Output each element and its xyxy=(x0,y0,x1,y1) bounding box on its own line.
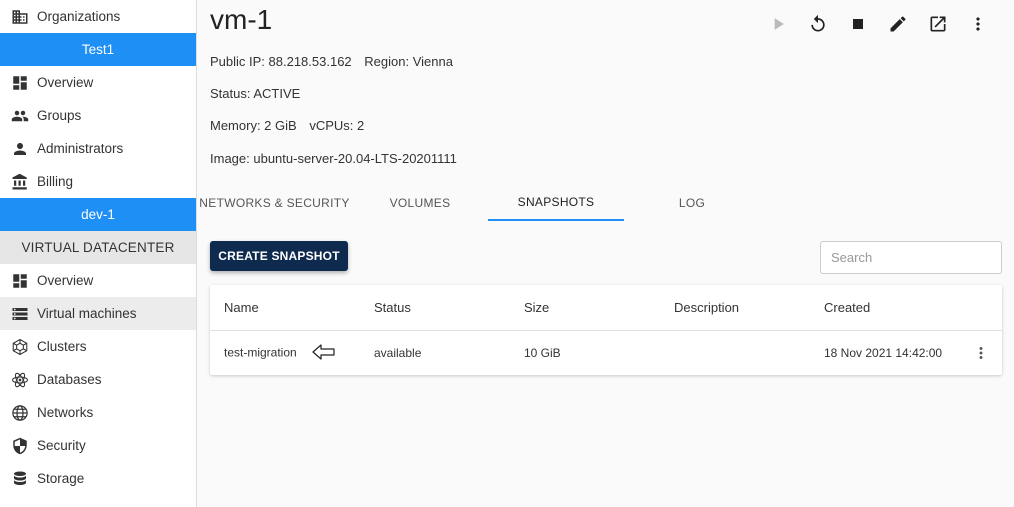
cell-status: available xyxy=(374,346,422,360)
create-snapshot-button[interactable]: CREATE SNAPSHOT xyxy=(210,241,348,271)
vcpus: vCPUs: 2 xyxy=(309,118,365,133)
vm-info-line-1: Public IP: 88.218.53.162 Region: Vienna xyxy=(210,54,453,69)
tab-log[interactable]: LOG xyxy=(624,184,760,221)
header-created[interactable]: Created xyxy=(810,300,960,315)
tab-bar: NETWORKS & SECURITY VOLUMES SNAPSHOTS LO… xyxy=(197,184,760,221)
sidebar-item-label: Organizations xyxy=(37,9,121,24)
more-button[interactable] xyxy=(958,12,998,36)
groups-icon xyxy=(10,106,30,126)
sidebar-item-label: Security xyxy=(37,438,86,453)
sidebar-item-security[interactable]: Security xyxy=(0,429,196,462)
tab-networks-security[interactable]: NETWORKS & SECURITY xyxy=(197,184,352,221)
page-title: vm-1 xyxy=(210,4,273,35)
play-icon xyxy=(774,18,784,30)
sidebar-item-storage[interactable]: Storage xyxy=(0,462,196,495)
public-ip: Public IP: 88.218.53.162 xyxy=(210,54,352,69)
sidebar-item-label: Virtual machines xyxy=(37,306,137,321)
sidebar-item-networks[interactable]: Networks xyxy=(0,396,196,429)
header-description[interactable]: Description xyxy=(660,300,810,315)
stop-button[interactable] xyxy=(838,12,878,36)
sidebar: Organizations Test1 Overview Groups Admi… xyxy=(0,0,197,507)
person-icon xyxy=(10,139,30,159)
vdc-name[interactable]: dev-1 xyxy=(0,198,196,231)
sidebar-item-databases[interactable]: Databases xyxy=(0,363,196,396)
snapshot-name: test-migration xyxy=(224,345,297,360)
snapshots-table: Name Status Size Description Created tes… xyxy=(210,285,1002,375)
header-status[interactable]: Status xyxy=(360,300,510,315)
sidebar-item-vdc-overview[interactable]: Overview xyxy=(0,264,196,297)
cluster-icon xyxy=(10,337,30,357)
vm-toolbar xyxy=(758,12,998,36)
cell-created: 18 Nov 2021 14:42:00 xyxy=(824,346,943,360)
sidebar-item-groups[interactable]: Groups xyxy=(0,99,196,132)
vm-info-line-3: Memory: 2 GiB vCPUs: 2 xyxy=(210,118,364,133)
sidebar-item-label: Billing xyxy=(37,174,74,189)
stop-icon xyxy=(853,19,863,29)
sidebar-item-label: Overview xyxy=(37,75,94,90)
sidebar-item-label: Administrators xyxy=(37,141,124,156)
sidebar-item-clusters[interactable]: Clusters xyxy=(0,330,196,363)
vm-image: Image: ubuntu-server-20.04-LTS-20201111 xyxy=(210,151,457,166)
start-button[interactable] xyxy=(758,12,798,36)
sidebar-item-label: Overview xyxy=(37,273,94,288)
sidebar-item-label: Groups xyxy=(37,108,82,123)
pencil-icon xyxy=(890,16,906,32)
header-name[interactable]: Name xyxy=(210,300,360,315)
kebab-menu-icon xyxy=(976,17,980,31)
arrow-left-icon xyxy=(312,343,336,363)
sidebar-item-virtual-machines[interactable]: Virtual machines xyxy=(0,297,196,330)
sidebar-item-label: Clusters xyxy=(37,339,87,354)
dashboard-icon xyxy=(10,271,30,291)
row-menu-button[interactable] xyxy=(960,344,1002,362)
database-icon xyxy=(10,469,30,489)
storage-list-icon xyxy=(10,304,30,324)
restart-button[interactable] xyxy=(798,12,838,36)
kebab-menu-icon xyxy=(979,347,983,359)
atom-icon xyxy=(10,370,30,390)
restart-icon xyxy=(811,14,825,32)
globe-icon xyxy=(10,403,30,423)
cell-name: test-migration xyxy=(210,343,360,363)
open-in-new-icon xyxy=(930,16,946,32)
tab-snapshots[interactable]: SNAPSHOTS xyxy=(488,184,624,221)
shield-icon xyxy=(10,436,30,456)
region: Region: Vienna xyxy=(364,54,453,69)
sidebar-item-label: Networks xyxy=(37,405,94,420)
sidebar-item-administrators[interactable]: Administrators xyxy=(0,132,196,165)
sidebar-item-label: Databases xyxy=(37,372,102,387)
table-header: Name Status Size Description Created xyxy=(210,285,1002,331)
dashboard-icon xyxy=(10,73,30,93)
sidebar-item-label: Storage xyxy=(37,471,85,486)
bank-icon xyxy=(10,172,30,192)
edit-button[interactable] xyxy=(878,12,918,36)
tab-volumes[interactable]: VOLUMES xyxy=(352,184,488,221)
sidebar-item-organizations[interactable]: Organizations xyxy=(0,0,196,33)
table-row[interactable]: test-migration available 10 GiB 18 Nov 2… xyxy=(210,331,1002,375)
memory: Memory: 2 GiB xyxy=(210,118,297,133)
header-size[interactable]: Size xyxy=(510,300,660,315)
sidebar-item-billing[interactable]: Billing xyxy=(0,165,196,198)
org-name[interactable]: Test1 xyxy=(0,33,196,66)
section-header: VIRTUAL DATACENTER xyxy=(0,231,196,264)
vm-status: Status: ACTIVE xyxy=(210,86,301,101)
sidebar-item-org-overview[interactable]: Overview xyxy=(0,66,196,99)
search-input[interactable] xyxy=(820,241,1002,274)
open-external-button[interactable] xyxy=(918,12,958,36)
main-content: vm-1 Public IP: 88.218.53.162 Region: Vi… xyxy=(197,0,1014,507)
building-icon xyxy=(10,7,30,27)
cell-size: 10 GiB xyxy=(524,346,561,360)
